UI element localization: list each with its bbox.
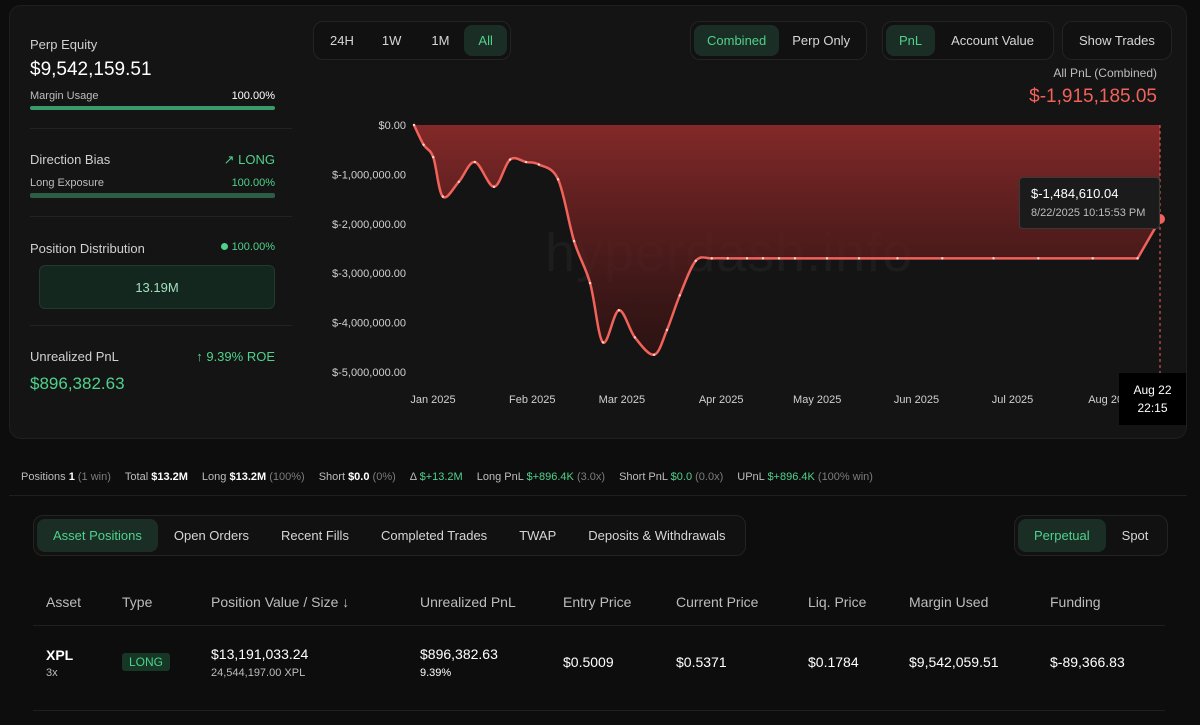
- data-point: [710, 257, 713, 260]
- data-point: [441, 195, 445, 198]
- x-tick-label: Apr 2025: [699, 394, 744, 406]
- data-point: [825, 257, 829, 260]
- data-point: [992, 257, 995, 260]
- data-point: [761, 257, 765, 260]
- stat-long: Long $13.2M (100%): [201, 471, 305, 483]
- data-point: [777, 257, 781, 260]
- tab-recent-fills[interactable]: Recent Fills: [265, 519, 365, 552]
- market-perpetual[interactable]: Perpetual: [1018, 519, 1106, 552]
- data-point: [422, 143, 425, 146]
- divider: [33, 625, 1165, 626]
- cursor-time: 22:15: [1137, 401, 1168, 415]
- data-point: [793, 257, 797, 260]
- funding: $-89,366.83: [1050, 654, 1125, 670]
- data-point: [1037, 257, 1040, 260]
- data-point: [508, 158, 512, 161]
- tooltip-time: 8/22/2025 10:15:53 PM: [1031, 207, 1146, 219]
- data-point: [633, 336, 637, 339]
- position-size: 24,544,197.00 XPL: [211, 667, 306, 679]
- data-point: [665, 328, 669, 332]
- tooltip-value: $-1,484,610.04: [1031, 186, 1119, 201]
- current-price: $0.5371: [676, 654, 727, 670]
- divider: [33, 710, 1165, 711]
- stat-long-pnl: Long PnL $+896.4K (3.0x): [476, 471, 606, 483]
- data-point: [457, 180, 461, 184]
- chart-tooltip: $-1,484,610.04 8/22/2025 10:15:53 PM: [1019, 177, 1160, 229]
- x-tick-label: Jul 2025: [992, 394, 1034, 406]
- data-point: [678, 294, 681, 297]
- data-point: [617, 309, 621, 312]
- col-funding[interactable]: Funding: [1050, 594, 1101, 610]
- data-point: [572, 239, 576, 243]
- data-point: [601, 341, 605, 344]
- x-tick-label: Jan 2025: [410, 394, 455, 406]
- y-tick-label: $-2,000,000.00: [332, 219, 406, 231]
- data-point: [857, 257, 861, 260]
- margin-used: $9,542,059.51: [909, 654, 999, 670]
- stat-upnl: UPnL $+896.4K (100% win): [737, 471, 873, 483]
- positions-stats-bar: Positions 1 (1 win) Total $13.2M Long $1…: [21, 471, 873, 483]
- col-position-value[interactable]: Position Value / Size ↓: [211, 594, 349, 610]
- tab-asset-positions[interactable]: Asset Positions: [37, 519, 158, 552]
- data-point: [896, 257, 899, 260]
- stat-delta: Δ $+13.2M: [409, 471, 463, 483]
- col-current-price[interactable]: Current Price: [676, 594, 758, 610]
- row-upnl-pct: 9.39%: [420, 667, 452, 679]
- data-point: [1136, 257, 1139, 260]
- market-spot[interactable]: Spot: [1106, 519, 1165, 552]
- tab-twap[interactable]: TWAP: [503, 519, 572, 552]
- data-point: [556, 178, 560, 181]
- y-tick-label: $-3,000,000.00: [332, 268, 406, 280]
- market-selector: Perpetual Spot: [1014, 515, 1169, 556]
- col-type[interactable]: Type: [122, 594, 152, 610]
- col-margin-used[interactable]: Margin Used: [909, 594, 988, 610]
- positions-tabs: Asset Positions Open Orders Recent Fills…: [33, 515, 746, 556]
- data-point: [652, 353, 656, 356]
- stat-positions: Positions 1 (1 win): [21, 471, 111, 483]
- col-entry-price[interactable]: Entry Price: [563, 594, 631, 610]
- x-tick-label: Mar 2025: [599, 394, 645, 406]
- type-badge: LONG: [122, 653, 171, 671]
- data-point: [588, 281, 592, 285]
- data-point: [412, 123, 416, 127]
- sort-arrow-icon: ↓: [342, 594, 350, 610]
- y-tick-label: $0.00: [378, 120, 406, 132]
- data-point: [694, 259, 697, 263]
- entry-price: $0.5009: [563, 654, 614, 670]
- col-asset[interactable]: Asset: [46, 594, 81, 610]
- data-point: [941, 257, 944, 260]
- row-upnl: $896,382.63: [420, 646, 498, 662]
- stat-short: Short $0.0 (0%): [318, 471, 396, 483]
- pnl-area: [414, 125, 1160, 355]
- y-tick-label: $-4,000,000.00: [332, 318, 406, 330]
- x-tick-label: Jun 2025: [894, 394, 939, 406]
- data-point: [473, 160, 477, 164]
- cursor-date: Aug 22: [1133, 383, 1172, 397]
- data-point: [432, 155, 435, 159]
- col-liq-price[interactable]: Liq. Price: [808, 594, 866, 610]
- data-point: [745, 257, 749, 260]
- tab-open-orders[interactable]: Open Orders: [158, 519, 265, 552]
- y-tick-label: $-5,000,000.00: [332, 367, 406, 379]
- tab-deposits-withdrawals[interactable]: Deposits & Withdrawals: [572, 519, 741, 552]
- liq-price: $0.1784: [808, 654, 859, 670]
- x-tick-label: May 2025: [793, 394, 841, 406]
- cursor-date-label: Aug 22 22:15: [1119, 373, 1186, 425]
- stat-total: Total $13.2M: [124, 471, 188, 483]
- position-value: $13,191,033.24: [211, 646, 309, 662]
- y-tick-label: $-1,000,000.00: [332, 169, 406, 181]
- asset-name[interactable]: XPL: [46, 647, 73, 663]
- stat-short-pnl: Short PnL $0.0 (0.0x): [619, 471, 724, 483]
- data-point: [1091, 257, 1094, 260]
- data-point: [492, 185, 496, 188]
- data-point: [537, 163, 541, 166]
- asset-leverage: 3x: [46, 667, 58, 679]
- col-unrealized-pnl[interactable]: Unrealized PnL: [420, 594, 516, 610]
- data-point: [726, 257, 729, 260]
- data-point: [524, 160, 528, 164]
- tab-completed-trades[interactable]: Completed Trades: [365, 519, 503, 552]
- x-tick-label: Feb 2025: [509, 394, 555, 406]
